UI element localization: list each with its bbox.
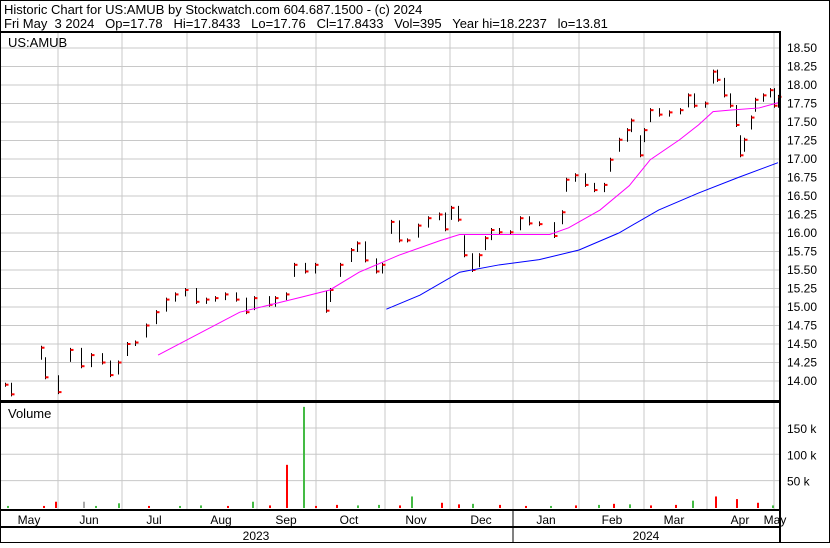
- volume-label: Volume: [8, 406, 51, 421]
- volume-bar: [472, 503, 474, 508]
- volume-bar: [286, 464, 288, 508]
- volume-bar: [83, 501, 85, 508]
- volume-bar: [179, 505, 181, 508]
- volume-bar: [148, 505, 150, 508]
- year-label: 2023: [243, 529, 270, 543]
- price-tick-label: 16.75: [787, 171, 817, 185]
- price-tick-label: 14.75: [787, 319, 817, 333]
- symbol-label: US:AMUB: [8, 35, 67, 50]
- volume-bar: [736, 499, 738, 508]
- volume-bar: [55, 501, 57, 508]
- month-label: Feb: [602, 513, 623, 527]
- volume-bar: [772, 505, 774, 508]
- price-tick-label: 18.25: [787, 60, 817, 74]
- price-tick-label: 15.25: [787, 282, 817, 296]
- month-label: May: [18, 513, 41, 527]
- month-label: Jun: [79, 513, 98, 527]
- volume-bar: [269, 505, 271, 508]
- price-tick-label: 17.75: [787, 97, 817, 111]
- volume-bar: [675, 504, 677, 508]
- quote-summary: Fri May 3 2024 Op=17.78 Hi=17.8433 Lo=17…: [4, 16, 608, 31]
- month-label: Aug: [210, 513, 231, 527]
- month-label: Jul: [146, 513, 161, 527]
- volume-bar: [458, 504, 460, 508]
- volume-bar: [629, 504, 631, 508]
- price-tick-label: 14.50: [787, 337, 817, 351]
- volume-bar: [613, 503, 615, 508]
- chart-title: Historic Chart for US:AMUB by Stockwatch…: [4, 2, 422, 17]
- volume-bar: [378, 504, 380, 508]
- volume-bar: [95, 505, 97, 508]
- price-tick-label: 15.75: [787, 245, 817, 259]
- price-tick-label: 18.00: [787, 78, 817, 92]
- month-label: Sep: [275, 513, 297, 527]
- volume-bar: [441, 502, 443, 508]
- volume-bar: [550, 505, 552, 508]
- volume-bar: [315, 505, 317, 508]
- volume-bar: [7, 505, 9, 508]
- month-label: Dec: [470, 513, 491, 527]
- volume-tick-label: 100 k: [787, 448, 817, 462]
- month-label: May: [764, 513, 787, 527]
- price-tick-label: 17.00: [787, 152, 817, 166]
- volume-bar: [252, 501, 254, 508]
- volume-bar: [692, 500, 694, 508]
- price-tick-label: 16.50: [787, 189, 817, 203]
- volume-bar: [715, 496, 717, 508]
- month-label: Jan: [536, 513, 555, 527]
- month-label: Nov: [405, 513, 426, 527]
- volume-bar: [575, 505, 577, 508]
- volume-bar: [303, 406, 305, 508]
- price-tick-label: 14.25: [787, 356, 817, 370]
- price-tick-label: 14.00: [787, 374, 817, 388]
- volume-tick-label: 150 k: [787, 422, 817, 436]
- price-tick-label: 15.50: [787, 263, 817, 277]
- stock-chart: Historic Chart for US:AMUB by Stockwatch…: [0, 0, 830, 543]
- volume-bar: [43, 505, 45, 508]
- volume-tick-label: 50 k: [787, 475, 811, 489]
- volume-bar: [336, 504, 338, 508]
- volume-bar: [118, 503, 120, 508]
- volume-bar: [357, 505, 359, 508]
- volume-bar: [525, 505, 527, 508]
- volume-bar: [200, 505, 202, 508]
- price-tick-label: 16.25: [787, 208, 817, 222]
- price-tick-label: 18.50: [787, 41, 817, 55]
- volume-bar: [411, 496, 413, 508]
- price-tick-label: 17.50: [787, 115, 817, 129]
- volume-bar: [399, 505, 401, 508]
- volume-bar: [650, 505, 652, 508]
- price-tick-label: 16.00: [787, 226, 817, 240]
- price-tick-label: 15.00: [787, 300, 817, 314]
- month-label: Mar: [664, 513, 685, 527]
- month-label: Apr: [731, 513, 750, 527]
- month-label: Oct: [340, 513, 359, 527]
- volume-bar: [499, 504, 501, 508]
- year-label: 2024: [633, 529, 660, 543]
- volume-bar: [757, 502, 759, 508]
- volume-bar: [598, 504, 600, 508]
- price-tick-label: 17.25: [787, 134, 817, 148]
- volume-bar: [227, 505, 229, 508]
